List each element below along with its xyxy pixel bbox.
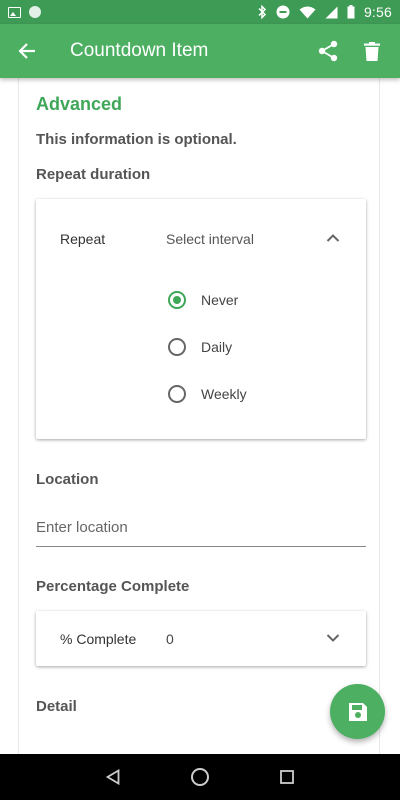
radio-label: Daily: [201, 339, 233, 355]
system-nav-bar: [0, 754, 400, 800]
home-circle-icon: [190, 768, 209, 786]
repeat-select[interactable]: Select interval: [166, 231, 254, 247]
chevron-up-icon[interactable]: [326, 233, 340, 243]
location-input[interactable]: [36, 508, 366, 547]
do-not-disturb-icon: [276, 5, 290, 19]
radio-button[interactable]: [168, 291, 186, 309]
radio-label: Never: [201, 292, 239, 308]
triangle-back-icon: [106, 769, 120, 785]
delete-icon: [364, 41, 380, 61]
repeat-field-label: Repeat: [60, 231, 106, 247]
recents-square-icon: [279, 770, 294, 784]
radio-option-weekly[interactable]: Weekly: [168, 385, 247, 403]
delete-button[interactable]: [350, 24, 394, 78]
radio-option-never[interactable]: Never: [168, 291, 238, 309]
save-button[interactable]: [330, 684, 385, 739]
bluetooth-icon: [258, 5, 266, 19]
detail-label: Detail: [36, 698, 77, 715]
nav-recents-button[interactable]: [272, 762, 302, 792]
wifi-icon: [299, 6, 316, 18]
page-title: Countdown Item: [70, 40, 209, 61]
repeat-card: Repeat Select interval Never Daily Weekl…: [36, 199, 366, 439]
save-icon: [348, 702, 367, 721]
circle-icon: [29, 6, 41, 18]
radio-label: Weekly: [201, 386, 247, 402]
radio-button[interactable]: [168, 385, 186, 403]
back-button[interactable]: [0, 24, 54, 78]
nav-home-button[interactable]: [185, 762, 215, 792]
repeat-duration-label: Repeat duration: [36, 166, 151, 183]
clock: 9:56: [363, 4, 392, 20]
location-label: Location: [36, 471, 99, 488]
share-icon: [318, 40, 338, 62]
status-bar: 9:56: [0, 0, 400, 24]
form-content: Advanced This information is optional. R…: [18, 78, 380, 754]
share-button[interactable]: [306, 24, 350, 78]
image-icon: [8, 6, 21, 18]
battery-icon: [347, 5, 355, 19]
percentage-label: Percentage Complete: [36, 578, 190, 595]
percent-select-value[interactable]: 0: [166, 631, 174, 647]
chevron-down-icon[interactable]: [326, 633, 340, 643]
optional-note: This information is optional.: [36, 131, 237, 148]
signal-icon: [325, 6, 338, 18]
percentage-card[interactable]: % Complete 0: [36, 611, 366, 666]
percent-field-label: % Complete: [60, 631, 137, 647]
radio-button[interactable]: [168, 338, 186, 356]
back-arrow-icon: [18, 43, 35, 59]
radio-option-daily[interactable]: Daily: [168, 338, 232, 356]
advanced-heading: Advanced: [36, 94, 123, 114]
nav-back-button[interactable]: [98, 762, 128, 792]
app-bar: Countdown Item: [0, 24, 400, 78]
